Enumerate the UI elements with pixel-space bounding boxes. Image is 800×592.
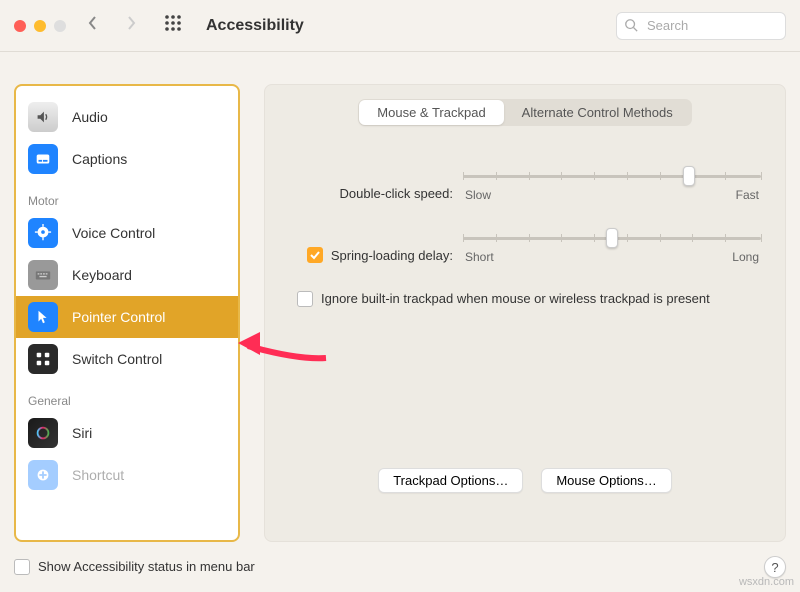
forward-button[interactable] bbox=[124, 15, 138, 36]
help-button[interactable]: ? bbox=[764, 556, 786, 578]
sidebar-item-siri[interactable]: Siri bbox=[16, 412, 238, 454]
annotation-arrow bbox=[238, 328, 328, 373]
sidebar-item-keyboard[interactable]: Keyboard bbox=[16, 254, 238, 296]
trackpad-options-button[interactable]: Trackpad Options… bbox=[378, 468, 523, 493]
close-window-button[interactable] bbox=[14, 20, 26, 32]
show-all-button[interactable] bbox=[164, 14, 182, 37]
tab-group: Mouse & Trackpad Alternate Control Metho… bbox=[358, 99, 691, 126]
back-button[interactable] bbox=[86, 15, 100, 36]
slider-min-label: Short bbox=[465, 250, 494, 264]
status-menubar-label: Show Accessibility status in menu bar bbox=[38, 558, 255, 576]
ignore-trackpad-label: Ignore built-in trackpad when mouse or w… bbox=[321, 290, 710, 308]
window-title: Accessibility bbox=[206, 17, 304, 35]
ignore-trackpad-checkbox[interactable] bbox=[297, 291, 313, 307]
tab-mouse-trackpad[interactable]: Mouse & Trackpad bbox=[359, 100, 503, 125]
slider-max-label: Fast bbox=[736, 188, 759, 202]
captions-icon bbox=[28, 144, 58, 174]
double-click-speed-label: Double-click speed: bbox=[289, 186, 463, 201]
sidebar: Audio Captions Motor Voice Control Keybo… bbox=[14, 84, 240, 542]
sidebar-item-label: Pointer Control bbox=[72, 309, 165, 325]
section-motor-label: Motor bbox=[16, 180, 238, 212]
double-click-speed-slider[interactable] bbox=[463, 166, 761, 186]
audio-icon bbox=[28, 102, 58, 132]
sidebar-item-label: Voice Control bbox=[72, 225, 155, 241]
slider-min-label: Slow bbox=[465, 188, 491, 202]
tab-alternate-methods[interactable]: Alternate Control Methods bbox=[504, 100, 691, 125]
spring-loading-delay-slider[interactable] bbox=[463, 228, 761, 248]
sidebar-item-label: Switch Control bbox=[72, 351, 162, 367]
sidebar-item-audio[interactable]: Audio bbox=[16, 96, 238, 138]
sidebar-item-switch-control[interactable]: Switch Control bbox=[16, 338, 238, 380]
keyboard-icon bbox=[28, 260, 58, 290]
slider-max-label: Long bbox=[732, 250, 759, 264]
switch-control-icon bbox=[28, 344, 58, 374]
pointer-control-icon bbox=[28, 302, 58, 332]
search-icon bbox=[624, 18, 638, 32]
sidebar-item-label: Keyboard bbox=[72, 267, 132, 283]
siri-icon bbox=[28, 418, 58, 448]
maximize-window-button bbox=[54, 20, 66, 32]
sidebar-item-label: Shortcut bbox=[72, 467, 124, 483]
section-general-label: General bbox=[16, 380, 238, 412]
minimize-window-button[interactable] bbox=[34, 20, 46, 32]
status-menubar-checkbox[interactable] bbox=[14, 559, 30, 575]
search-input[interactable] bbox=[616, 12, 786, 40]
sidebar-item-label: Siri bbox=[72, 425, 92, 441]
sidebar-item-shortcut[interactable]: Shortcut bbox=[16, 454, 238, 496]
sidebar-item-label: Audio bbox=[72, 109, 108, 125]
spring-loading-label: Spring-loading delay: bbox=[331, 248, 453, 263]
settings-panel: Mouse & Trackpad Alternate Control Metho… bbox=[264, 84, 786, 542]
watermark: wsxdn.com bbox=[739, 576, 794, 588]
sidebar-item-captions[interactable]: Captions bbox=[16, 138, 238, 180]
sidebar-item-voice-control[interactable]: Voice Control bbox=[16, 212, 238, 254]
sidebar-item-pointer-control[interactable]: Pointer Control bbox=[16, 296, 238, 338]
window-controls bbox=[14, 20, 66, 32]
shortcut-icon bbox=[28, 460, 58, 490]
sidebar-item-label: Captions bbox=[72, 151, 127, 167]
mouse-options-button[interactable]: Mouse Options… bbox=[541, 468, 671, 493]
voice-control-icon bbox=[28, 218, 58, 248]
spring-loading-checkbox[interactable] bbox=[307, 247, 323, 263]
